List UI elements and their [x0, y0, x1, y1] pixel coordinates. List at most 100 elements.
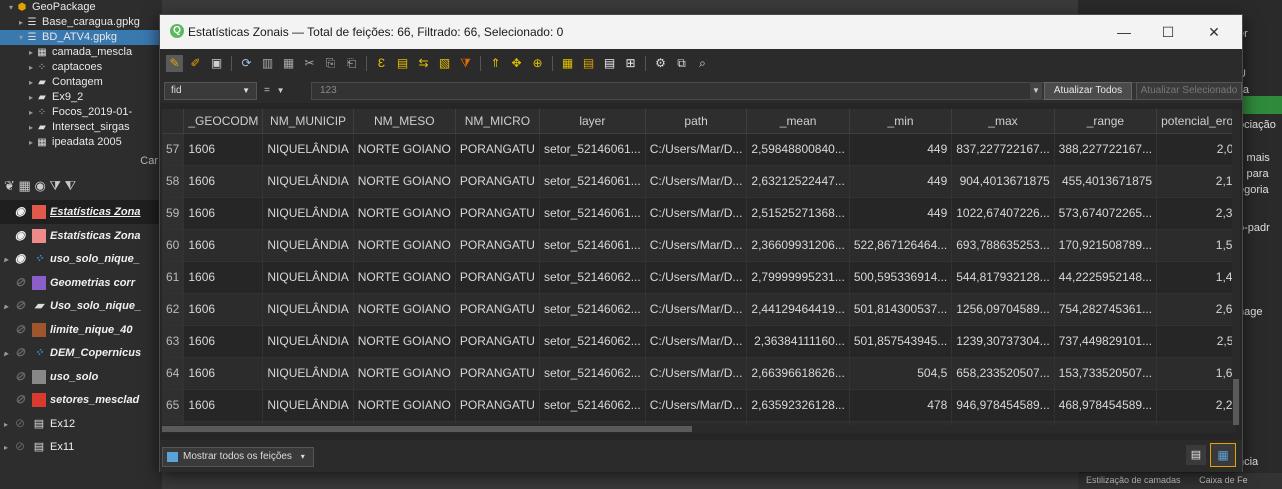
expand-arrow-icon[interactable]: ▸	[0, 342, 12, 366]
pan-to-selected-icon[interactable]: ✥	[508, 55, 525, 72]
table-row[interactable]: 60 1606 NIQUELÂNDIA NORTE GOIANO PORANGATU se…	[162, 229, 1236, 262]
table-cell[interactable]: 658,233520507...	[951, 357, 1055, 390]
column-header[interactable]: path	[645, 109, 748, 134]
vertical-scrollbar[interactable]	[1232, 109, 1240, 425]
table-cell[interactable]: 2,44129464419...	[746, 293, 850, 326]
column-header[interactable]: _range	[1054, 109, 1158, 134]
manage-visibility-icon[interactable]: ◉	[34, 178, 45, 193]
filter-legend-icon[interactable]: ⧩	[49, 178, 61, 193]
minimize-button[interactable]: —	[1104, 21, 1144, 43]
copy-icon[interactable]: ⎘	[322, 55, 339, 72]
update-all-button[interactable]: Atualizar Todos	[1044, 82, 1132, 100]
table-cell[interactable]: 2,51525271368...	[746, 197, 850, 230]
table-cell[interactable]: 1606	[183, 133, 264, 166]
table-cell[interactable]: 500,595336914...	[849, 261, 953, 294]
table-cell[interactable]: C:/Users/Mar/D...	[645, 133, 748, 166]
expand-arrow-icon[interactable]: ▸	[0, 248, 12, 272]
add-group-icon[interactable]: ▦	[19, 178, 31, 193]
table-cell[interactable]: 1,5097	[1156, 229, 1236, 262]
table-cell[interactable]: NIQUELÂNDIA	[262, 357, 354, 390]
column-header[interactable]: _max	[951, 109, 1055, 134]
collapse-arrow-icon[interactable]: ▸	[26, 135, 36, 150]
table-cell[interactable]: NIQUELÂNDIA	[262, 325, 354, 358]
table-cell[interactable]: 1606	[183, 261, 264, 294]
table-cell[interactable]: setor_52146061...	[539, 229, 646, 262]
layer-item[interactable]: ▸ ⊘ ▤ Ex12	[0, 412, 162, 436]
horizontal-scroll-thumb[interactable]	[162, 426, 692, 432]
hidden-eye-icon[interactable]: ⊘	[12, 271, 28, 295]
table-cell[interactable]: PORANGATU	[455, 165, 540, 198]
delete-field-icon[interactable]: ▤	[580, 55, 597, 72]
table-cell[interactable]: 544,817932128...	[951, 261, 1055, 294]
table-cell[interactable]: PORANGATU	[455, 197, 540, 230]
collapse-arrow-icon[interactable]: ▸	[26, 105, 36, 120]
layer-item[interactable]: ▸ ⊘ ▰ Uso_solo_nique_	[0, 294, 162, 318]
table-cell[interactable]: NIQUELÂNDIA	[262, 261, 354, 294]
table-cell[interactable]: PORANGATU	[455, 229, 540, 262]
table-row[interactable]: 62 1606 NIQUELÂNDIA NORTE GOIANO PORANGATU se…	[162, 293, 1236, 326]
table-cell[interactable]: 1606	[183, 165, 264, 198]
layer-item[interactable]: ▸ ⊘ ⁘ DEM_Copernicus	[0, 341, 162, 365]
table-cell[interactable]: 522,867126464...	[849, 229, 953, 262]
pencil-icon[interactable]: ✎	[166, 55, 183, 72]
layer-item[interactable]: ⊘ setores_mesclad	[0, 388, 162, 412]
table-cell[interactable]: setor_52146062...	[539, 261, 646, 294]
table-cell[interactable]: 754,282745361...	[1054, 293, 1158, 326]
add-feature-icon[interactable]: ▥	[259, 55, 276, 72]
table-cell[interactable]: setor_52146061...	[539, 165, 646, 198]
table-row[interactable]: 58 1606 NIQUELÂNDIA NORTE GOIANO PORANGATU se…	[162, 165, 1236, 198]
table-cell[interactable]: NORTE GOIANO	[353, 389, 456, 422]
table-cell[interactable]: 1606	[183, 293, 264, 326]
paste-icon[interactable]: ⎗	[343, 55, 360, 72]
table-cell[interactable]: NORTE GOIANO	[353, 165, 456, 198]
column-header[interactable]: _GEOCODM	[183, 109, 264, 134]
table-cell[interactable]: 2,36609931206...	[746, 229, 850, 262]
table-cell[interactable]: NIQUELÂNDIA	[262, 389, 354, 422]
table-row[interactable]: 64 1606 NIQUELÂNDIA NORTE GOIANO PORANGATU se…	[162, 357, 1236, 390]
layer-item[interactable]: ▸ ⊘ ▤ Ex11	[0, 435, 162, 459]
column-header[interactable]: NM_MUNICIP	[262, 109, 354, 134]
expand-arrow-icon[interactable]: ▾	[6, 0, 16, 15]
table-cell[interactable]: 2,0411	[1156, 133, 1236, 166]
table-cell[interactable]: 1606	[183, 197, 264, 230]
row-number[interactable]: 65	[162, 389, 185, 422]
table-cell[interactable]: 468,978454589...	[1054, 389, 1158, 422]
table-view-icon[interactable]: ▦	[1210, 443, 1236, 467]
table-cell[interactable]: NORTE GOIANO	[353, 325, 456, 358]
table-cell[interactable]: NIQUELÂNDIA	[262, 197, 354, 230]
visible-eye-icon[interactable]: ◉	[12, 224, 28, 248]
layer-item[interactable]: ⊘ limite_nique_40	[0, 318, 162, 342]
tree-item[interactable]: ▸ ▰ Intersect_sirgas	[0, 120, 162, 135]
expand-arrow-icon[interactable]: ▸	[0, 436, 12, 460]
table-cell[interactable]: setor_52146061...	[539, 133, 646, 166]
operator-select[interactable]: = ▼	[264, 82, 304, 100]
table-cell[interactable]: NIQUELÂNDIA	[262, 229, 354, 262]
table-cell[interactable]: 946,978454589...	[951, 389, 1055, 422]
table-cell[interactable]: 1239,30737304...	[951, 325, 1055, 358]
new-field-icon[interactable]: ▦	[559, 55, 576, 72]
collapse-arrow-icon[interactable]: ▸	[26, 120, 36, 135]
table-cell[interactable]: 2,59848800840...	[746, 133, 850, 166]
table-cell[interactable]: 501,814300537...	[849, 293, 953, 326]
layer-item[interactable]: ◉ Estatísticas Zona	[0, 224, 162, 248]
expression-dropdown-icon[interactable]: ▼	[1030, 82, 1042, 100]
table-cell[interactable]: 2,5911	[1156, 325, 1236, 358]
table-cell[interactable]: C:/Users/Mar/D...	[645, 293, 748, 326]
table-cell[interactable]: 449	[849, 133, 953, 166]
collapse-arrow-icon[interactable]: ▸	[26, 45, 36, 60]
table-cell[interactable]: NIQUELÂNDIA	[262, 133, 354, 166]
table-cell[interactable]: 1606	[183, 357, 264, 390]
table-cell[interactable]: 504,5	[849, 357, 953, 390]
tree-item[interactable]: ▸ ⁘ Focos_2019-01-	[0, 105, 162, 120]
table-cell[interactable]: 737,449829101...	[1054, 325, 1158, 358]
table-cell[interactable]: 1256,09704589...	[951, 293, 1055, 326]
table-cell[interactable]: 501,857543945...	[849, 325, 953, 358]
invert-selection-icon[interactable]: ⇆	[415, 55, 432, 72]
table-row[interactable]: 57 1606 NIQUELÂNDIA NORTE GOIANO PORANGATU se…	[162, 133, 1236, 166]
window-titlebar[interactable]: Q Estatísticas Zonais — Total de feições…	[160, 15, 1242, 49]
table-cell[interactable]: PORANGATU	[455, 357, 540, 390]
table-cell[interactable]: setor_52146061...	[539, 197, 646, 230]
table-row[interactable]: 63 1606 NIQUELÂNDIA NORTE GOIANO PORANGATU se…	[162, 325, 1236, 358]
table-row[interactable]: 61 1606 NIQUELÂNDIA NORTE GOIANO PORANGATU se…	[162, 261, 1236, 294]
table-cell[interactable]: 1,4845	[1156, 261, 1236, 294]
